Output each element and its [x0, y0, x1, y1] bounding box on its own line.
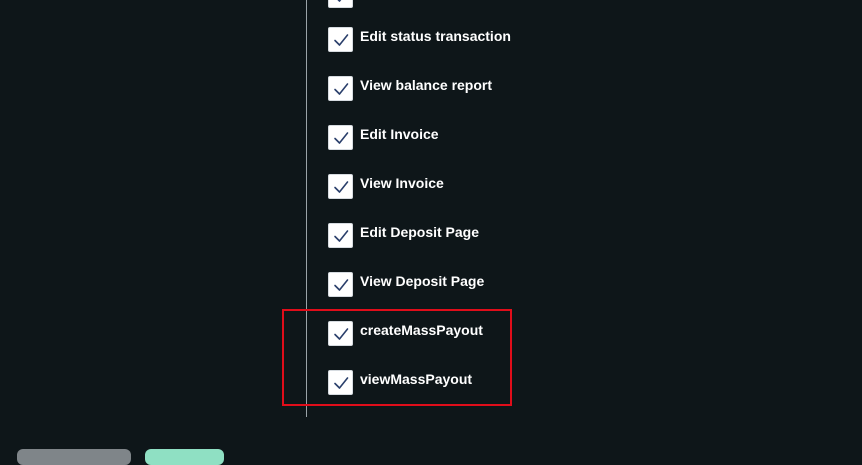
label-edit-deposit-page: Edit Deposit Page [360, 224, 480, 240]
label-view-invoice: View Invoice [360, 175, 444, 191]
checkbox-view-balance-report[interactable] [328, 76, 353, 101]
checkbox-view-deposit-page[interactable] [328, 272, 353, 297]
checkmark-icon [333, 180, 348, 193]
checkbox-edit-status-transaction[interactable] [328, 27, 353, 52]
checkmark-icon [333, 82, 348, 95]
checkmark-icon [337, 0, 341, 2]
label-edit-invoice: Edit Invoice [360, 126, 439, 142]
checkmark-icon [333, 131, 348, 144]
checkmark-icon [333, 278, 348, 291]
label-view-deposit-page: View Deposit Page [360, 273, 485, 289]
highlight-box [282, 309, 512, 406]
label-edit-status-transaction: Edit status transaction [360, 28, 511, 44]
checkbox-edit-invoice[interactable] [328, 125, 353, 150]
checkbox-edit-deposit-page[interactable] [328, 223, 353, 248]
secondary-button[interactable] [17, 449, 131, 465]
permission-checkbox-partial[interactable] [328, 0, 353, 8]
primary-button[interactable] [145, 449, 224, 465]
checkmark-icon [333, 33, 348, 46]
label-view-balance-report: View balance report [360, 77, 493, 93]
checkbox-view-invoice[interactable] [328, 174, 353, 199]
checkmark-icon [333, 229, 348, 242]
